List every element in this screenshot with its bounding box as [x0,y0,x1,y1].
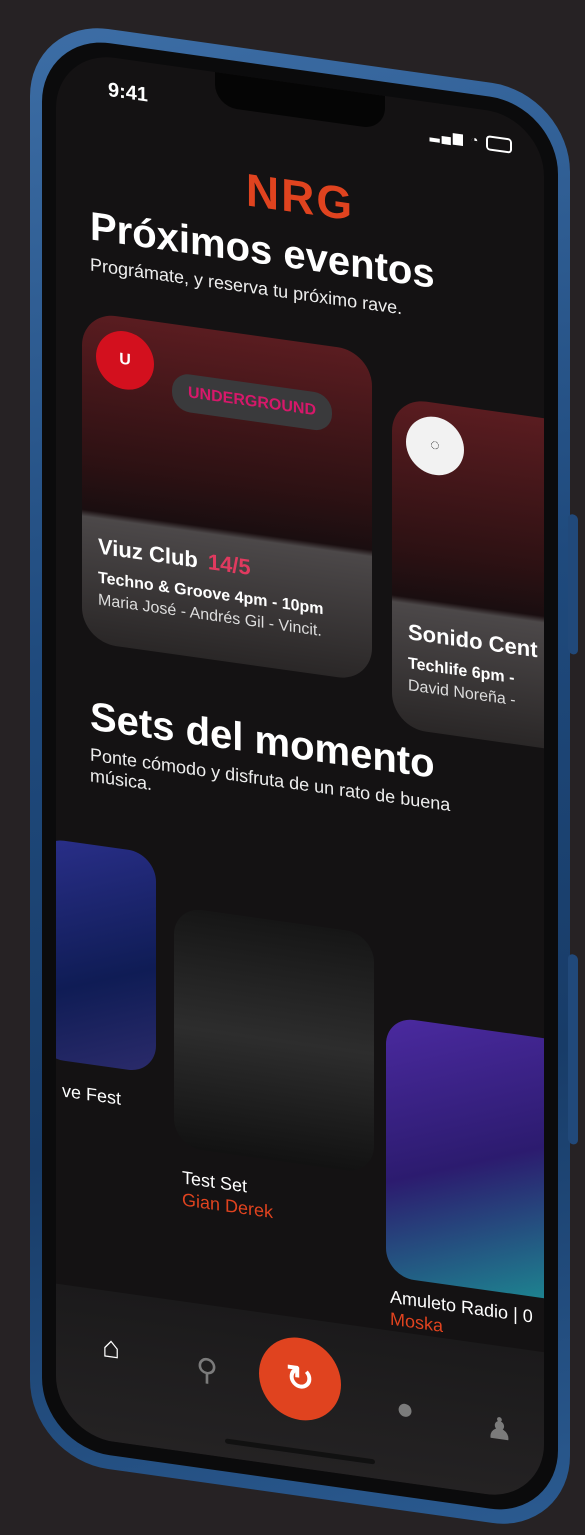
phone-bezel: 9:41 ▂▄▆ ◔ NRG Próximos eventos Prográma… [42,33,558,1519]
signal-icon: ▂▄▆ [429,126,465,147]
chat-icon[interactable]: ● [396,1391,414,1428]
set-art-test-set[interactable] [174,906,374,1175]
viuz-logo-icon: U [96,327,154,394]
event-title: Sonido Cent [408,619,538,663]
home-icon[interactable]: ⌂ [102,1330,120,1367]
set-art-fest[interactable] [56,836,156,1074]
event-card-sonido[interactable]: ◌ Sonido Cent Techlife 6pm - David Noreñ… [392,396,544,754]
set-art-amuleto[interactable] [386,1016,544,1305]
event-card-viuz[interactable]: U UNDERGROUND Viuz Club 14/5 Techno & Gro… [82,311,372,683]
app-screen: 9:41 ▂▄▆ ◔ NRG Próximos eventos Prográma… [56,49,544,1503]
event-chip: UNDERGROUND [172,371,332,433]
sonido-logo-icon: ◌ [406,412,464,479]
event-date: 14/5 [207,548,251,581]
notch [215,72,385,130]
profile-icon[interactable]: ♟ [486,1410,513,1449]
nrg-center-button[interactable]: ↻ [259,1332,341,1426]
battery-icon [486,135,512,154]
status-time: 9:41 [108,78,149,107]
volume-button [568,953,578,1146]
status-icons: ▂▄▆ ◔ [430,126,512,154]
phone-frame: 9:41 ▂▄▆ ◔ NRG Próximos eventos Prográma… [30,18,578,1534]
home-indicator [225,1438,375,1465]
power-button [568,513,578,656]
event-title: Viuz Club [98,533,198,573]
search-icon[interactable]: ⚲ [196,1351,218,1389]
nrg-icon: ↻ [285,1357,315,1400]
set-title: ve Fest [62,1080,122,1109]
wifi-icon: ◔ [470,131,481,149]
